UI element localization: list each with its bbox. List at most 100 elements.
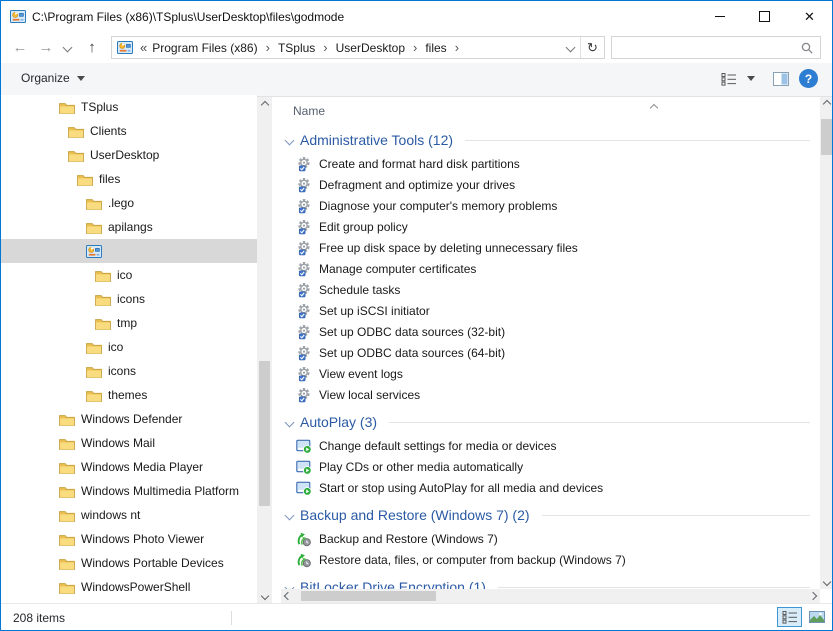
control-panel-window-icon bbox=[10, 10, 26, 23]
control-panel-task-item[interactable]: View event logs bbox=[281, 363, 820, 384]
breadcrumb-segment[interactable]: TSplus bbox=[275, 41, 318, 55]
task-item-label: Free up disk space by deleting unnecessa… bbox=[319, 241, 578, 255]
organize-menu-button[interactable]: Organize bbox=[21, 71, 85, 85]
tree-item[interactable]: WindowsPowerShell bbox=[1, 575, 257, 599]
close-button[interactable]: ✕ bbox=[787, 1, 832, 32]
control-panel-task-item[interactable]: Start or stop using AutoPlay for all med… bbox=[281, 477, 820, 498]
change-view-button[interactable] bbox=[721, 72, 737, 86]
group-header[interactable]: Backup and Restore (Windows 7) (2) bbox=[281, 504, 820, 526]
control-panel-task-item[interactable]: Diagnose your computer's memory problems bbox=[281, 195, 820, 216]
group-title[interactable]: Backup and Restore (Windows 7) (2) bbox=[300, 507, 530, 523]
scroll-down-arrow[interactable] bbox=[257, 588, 272, 603]
address-bar[interactable]: « Program Files (x86)›TSplus›UserDesktop… bbox=[111, 36, 605, 59]
breadcrumb-segment[interactable]: Program Files (x86) bbox=[149, 41, 260, 55]
tree-item-selected[interactable] bbox=[1, 239, 257, 263]
search-input[interactable] bbox=[611, 36, 821, 59]
tree-item[interactable]: UserDesktop bbox=[1, 143, 257, 167]
folder-icon bbox=[59, 437, 75, 450]
tree-item[interactable]: Windows Portable Devices bbox=[1, 551, 257, 575]
group-collapse-chevron-icon[interactable] bbox=[286, 415, 293, 429]
back-button[interactable]: ← bbox=[7, 35, 33, 60]
scroll-left-arrow[interactable] bbox=[281, 589, 295, 603]
scroll-up-arrow[interactable] bbox=[820, 97, 833, 111]
admin-tool-icon bbox=[296, 303, 312, 319]
control-panel-task-item[interactable]: Set up ODBC data sources (64-bit) bbox=[281, 342, 820, 363]
tree-item[interactable]: icons bbox=[1, 359, 257, 383]
tree-item[interactable]: apilangs bbox=[1, 215, 257, 239]
control-panel-task-item[interactable]: Free up disk space by deleting unnecessa… bbox=[281, 237, 820, 258]
control-panel-task-item[interactable]: Edit group policy bbox=[281, 216, 820, 237]
tree-item[interactable]: ico bbox=[1, 335, 257, 359]
breadcrumb-separator-icon[interactable]: › bbox=[318, 40, 332, 55]
control-panel-task-item[interactable]: Change default settings for media or dev… bbox=[281, 435, 820, 456]
control-panel-task-item[interactable]: Defragment and optimize your drives bbox=[281, 174, 820, 195]
group-title[interactable]: Administrative Tools (12) bbox=[300, 132, 453, 148]
task-item-label: Manage computer certificates bbox=[319, 262, 476, 276]
tree-item[interactable]: icons bbox=[1, 287, 257, 311]
tree-item[interactable]: themes bbox=[1, 383, 257, 407]
tree-scrollbar[interactable] bbox=[257, 97, 272, 603]
horizontal-scrollbar[interactable] bbox=[281, 589, 820, 603]
folder-icon bbox=[59, 413, 75, 426]
refresh-button[interactable]: ↻ bbox=[580, 37, 604, 58]
up-button[interactable]: ↑ bbox=[79, 35, 105, 60]
control-panel-task-item[interactable]: Schedule tasks bbox=[281, 279, 820, 300]
window-title: C:\Program Files (x86)\TSplus\UserDeskto… bbox=[32, 10, 344, 24]
group-collapse-chevron-icon[interactable] bbox=[286, 508, 293, 522]
control-panel-task-item[interactable]: View local services bbox=[281, 384, 820, 405]
items-scrollbar[interactable] bbox=[820, 97, 833, 589]
preview-pane-button[interactable] bbox=[773, 72, 789, 86]
control-panel-task-item[interactable]: Set up ODBC data sources (32-bit) bbox=[281, 321, 820, 342]
tree-item[interactable]: tmp bbox=[1, 311, 257, 335]
column-header-row[interactable]: Name bbox=[281, 97, 820, 125]
breadcrumb-separator-icon[interactable]: › bbox=[408, 40, 422, 55]
control-panel-task-item[interactable]: Set up iSCSI initiator bbox=[281, 300, 820, 321]
help-button[interactable]: ? bbox=[799, 69, 818, 88]
folder-icon bbox=[59, 581, 75, 594]
name-column-header[interactable]: Name bbox=[293, 104, 325, 118]
scroll-up-arrow[interactable] bbox=[257, 97, 272, 112]
control-panel-task-item[interactable]: Play CDs or other media automatically bbox=[281, 456, 820, 477]
large-icons-view-toggle[interactable] bbox=[804, 607, 829, 627]
maximize-button[interactable] bbox=[742, 1, 787, 32]
minimize-button[interactable] bbox=[697, 1, 742, 32]
address-dropdown-button[interactable] bbox=[560, 37, 580, 58]
tree-item[interactable]: Windows Defender bbox=[1, 407, 257, 431]
folder-icon bbox=[59, 509, 75, 522]
tree-item[interactable]: ico bbox=[1, 263, 257, 287]
tree-item[interactable]: TSplus bbox=[1, 95, 257, 119]
breadcrumb-overflow[interactable]: « bbox=[138, 40, 149, 55]
tree-item[interactable]: Windows Photo Viewer bbox=[1, 527, 257, 551]
view-dropdown-triangle-icon[interactable] bbox=[747, 76, 755, 81]
breadcrumb-segment[interactable]: files bbox=[422, 41, 449, 55]
horizontal-scrollbar-thumb[interactable] bbox=[301, 591, 436, 601]
admin-tool-icon bbox=[296, 387, 312, 403]
folder-icon bbox=[86, 197, 102, 210]
tree-item[interactable]: windows nt bbox=[1, 503, 257, 527]
control-panel-task-item[interactable]: Backup and Restore (Windows 7) bbox=[281, 528, 820, 549]
breadcrumb-separator-icon[interactable]: › bbox=[261, 40, 275, 55]
group-collapse-chevron-icon[interactable] bbox=[286, 133, 293, 147]
tree-item[interactable]: Clients bbox=[1, 119, 257, 143]
recent-locations-button[interactable] bbox=[59, 35, 75, 60]
group-header[interactable]: AutoPlay (3) bbox=[281, 411, 820, 433]
tree-item[interactable]: Windows Media Player bbox=[1, 455, 257, 479]
tree-item[interactable]: files bbox=[1, 167, 257, 191]
details-view-toggle[interactable] bbox=[777, 607, 802, 627]
breadcrumb-segment[interactable]: UserDesktop bbox=[333, 41, 408, 55]
control-panel-task-item[interactable]: Create and format hard disk partitions bbox=[281, 153, 820, 174]
items-scrollbar-thumb[interactable] bbox=[821, 119, 832, 155]
forward-button[interactable]: → bbox=[33, 35, 59, 60]
task-item-label: View local services bbox=[319, 388, 420, 402]
scroll-right-arrow[interactable] bbox=[806, 589, 820, 603]
tree-item[interactable]: .lego bbox=[1, 191, 257, 215]
scroll-down-arrow[interactable] bbox=[820, 575, 833, 589]
tree-item[interactable]: Windows Multimedia Platform bbox=[1, 479, 257, 503]
tree-scrollbar-thumb[interactable] bbox=[259, 361, 270, 506]
tree-item[interactable]: Windows Mail bbox=[1, 431, 257, 455]
control-panel-task-item[interactable]: Manage computer certificates bbox=[281, 258, 820, 279]
group-title[interactable]: AutoPlay (3) bbox=[300, 414, 377, 430]
control-panel-task-item[interactable]: Restore data, files, or computer from ba… bbox=[281, 549, 820, 570]
group-header[interactable]: Administrative Tools (12) bbox=[281, 129, 820, 151]
breadcrumb-separator-icon[interactable]: › bbox=[450, 40, 464, 55]
